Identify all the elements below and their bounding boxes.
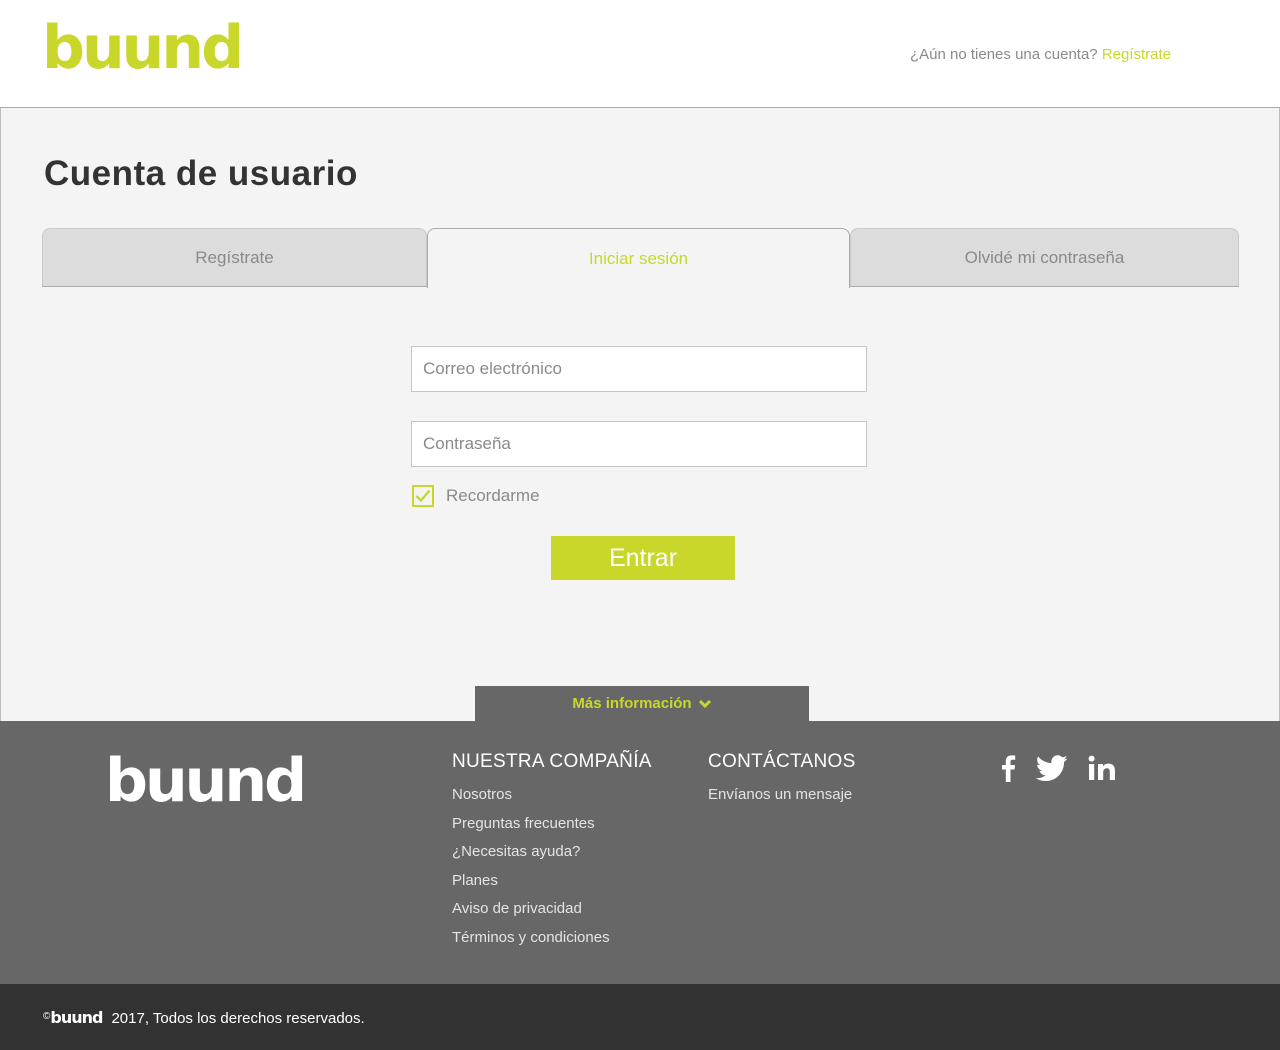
signup-prompt-text: ¿Aún no tienes una cuenta? — [910, 46, 1098, 63]
tab-login[interactable]: Iniciar sesión — [427, 228, 850, 288]
facebook-icon[interactable] — [1000, 754, 1016, 787]
header-signup-link[interactable]: Regístrate — [1102, 46, 1171, 63]
copyright: © buund 2017, Todos los derechos reserva… — [43, 1008, 365, 1027]
remember-label: Recordarme — [446, 486, 540, 505]
copyright-bar: © buund 2017, Todos los derechos reserva… — [0, 984, 1280, 1050]
password-field[interactable] — [411, 421, 867, 467]
footer-link-plans[interactable]: Planes — [452, 867, 652, 896]
account-panel: Cuenta de usuario Regístrate Iniciar ses… — [0, 108, 1280, 721]
contact-heading: CONTÁCTANOS — [708, 751, 856, 772]
footer-link-help[interactable]: ¿Necesitas ayuda? — [452, 838, 652, 867]
more-info-label: Más información — [572, 695, 692, 712]
tab-register[interactable]: Regístrate — [42, 228, 427, 286]
signup-prompt: ¿Aún no tienes una cuenta? Regístrate — [910, 46, 1171, 63]
remember-me[interactable]: Recordarme — [412, 485, 540, 507]
footer-link-terms[interactable]: Términos y condiciones — [452, 924, 652, 953]
more-info-toggle[interactable]: Más información — [475, 686, 809, 721]
page-title: Cuenta de usuario — [44, 154, 358, 193]
footer-link-privacy[interactable]: Aviso de privacidad — [452, 895, 652, 924]
checkmark-icon — [415, 489, 431, 503]
email-field[interactable] — [411, 346, 867, 392]
copyright-text: 2017, Todos los derechos reservados. — [111, 1010, 365, 1027]
tab-forgot-password[interactable]: Olvidé mi contraseña — [850, 228, 1239, 286]
company-column: NUESTRA COMPAÑÍA Nosotros Preguntas frec… — [452, 751, 652, 952]
footer-link-faq[interactable]: Preguntas frecuentes — [452, 810, 652, 839]
linkedin-icon[interactable] — [1088, 755, 1116, 786]
footer-link-about[interactable]: Nosotros — [452, 781, 652, 810]
login-button[interactable]: Entrar — [551, 536, 735, 580]
buund-logo[interactable]: buund — [42, 18, 244, 78]
company-heading: NUESTRA COMPAÑÍA — [452, 751, 652, 772]
footer-link-message[interactable]: Envíanos un mensaje — [708, 781, 856, 810]
social-links — [1000, 754, 1136, 787]
footer-logo[interactable]: buund — [105, 751, 307, 811]
twitter-icon[interactable] — [1035, 754, 1068, 787]
site-footer: buund NUESTRA COMPAÑÍA Nosotros Pregunta… — [0, 721, 1280, 984]
account-tabs: Regístrate Iniciar sesión Olvidé mi cont… — [42, 228, 1239, 288]
copyright-symbol: © — [43, 1011, 51, 1022]
copyright-logo: buund — [50, 1008, 103, 1027]
chevron-down-icon — [698, 699, 711, 708]
site-header: buund ¿Aún no tienes una cuenta? Regístr… — [0, 0, 1280, 108]
contact-column: CONTÁCTANOS Envíanos un mensaje — [708, 751, 856, 810]
remember-checkbox[interactable] — [412, 485, 434, 507]
